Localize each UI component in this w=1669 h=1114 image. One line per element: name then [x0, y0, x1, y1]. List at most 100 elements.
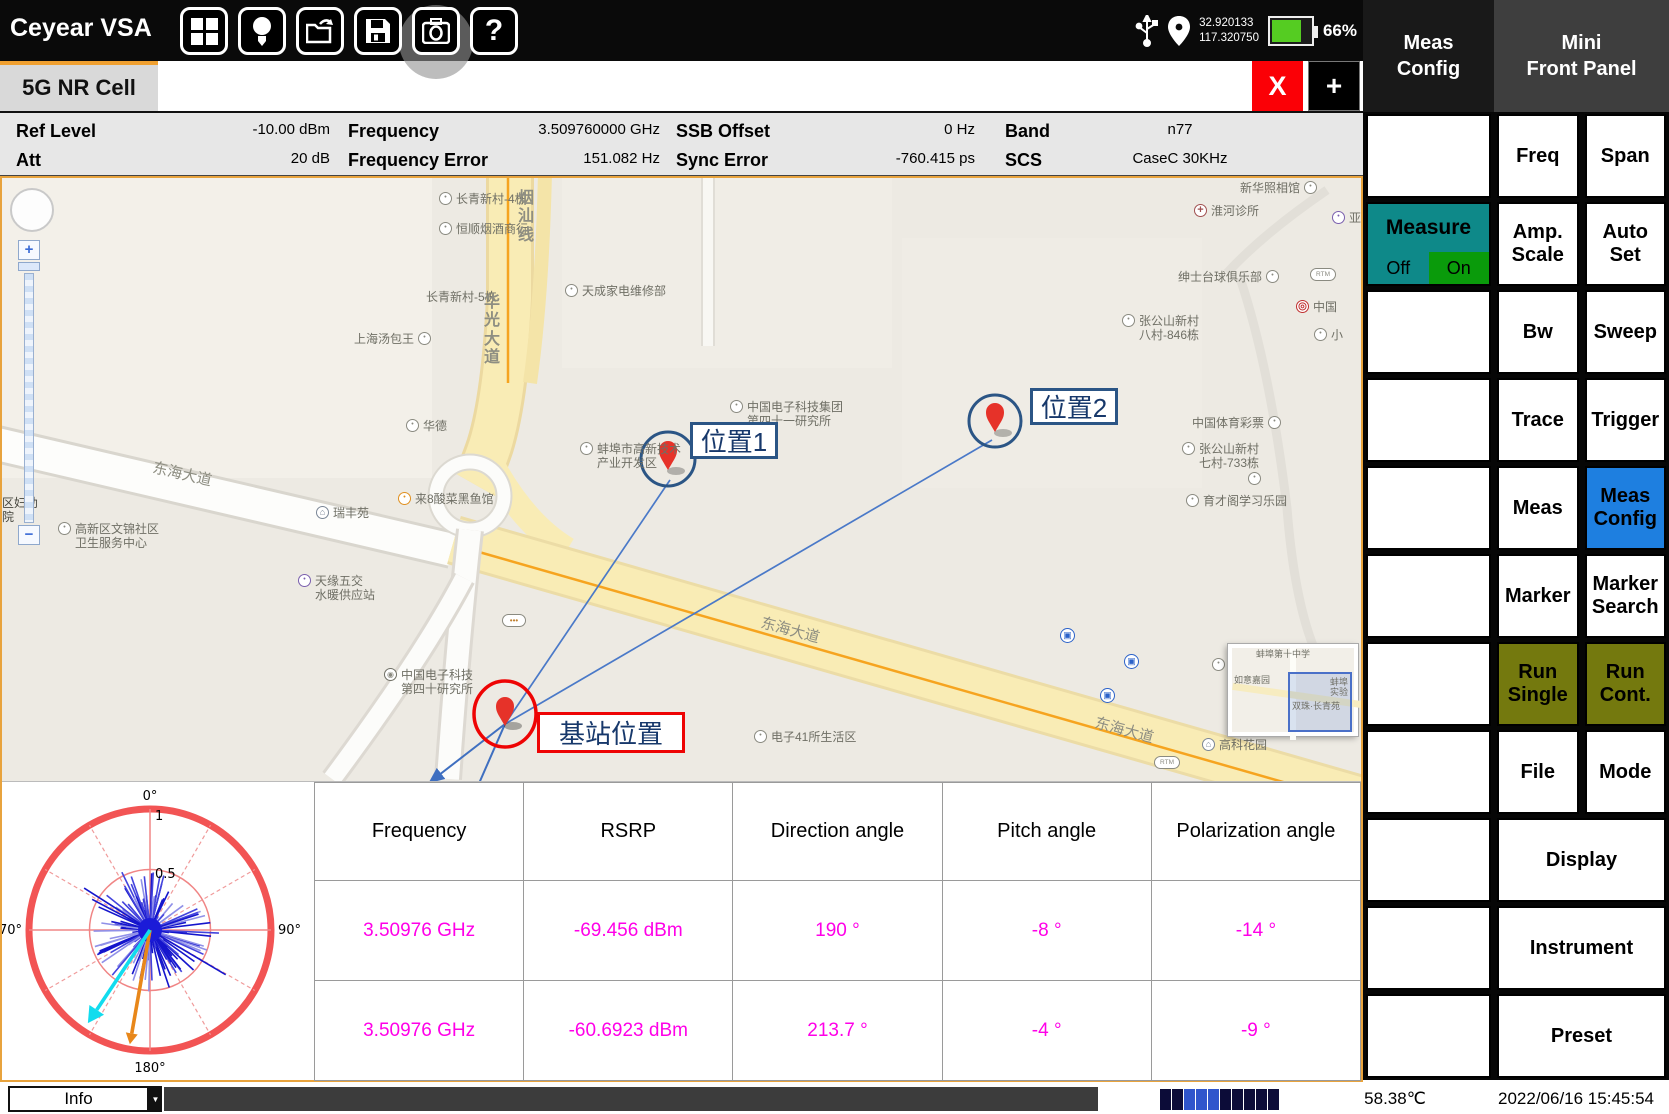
pan-left-icon[interactable] — [16, 206, 26, 216]
sig-icon — [502, 614, 526, 627]
map-poi-label: 天缘五交 水暖供应站 — [315, 574, 375, 603]
windows-glyph — [191, 18, 218, 45]
band-label: Band — [1005, 121, 1050, 142]
map-poi-label: 天成家电维修部 — [582, 284, 666, 298]
display-button[interactable]: Display — [1497, 818, 1666, 902]
frequency-error-value: 151.082 Hz — [470, 150, 660, 167]
pan-right-icon[interactable] — [38, 206, 48, 216]
zoom-out-button[interactable]: − — [18, 525, 40, 545]
bus-icon — [1100, 688, 1115, 703]
table-row: 3.50976 GHz -60.6923 dBm 213.7 ° -4 ° -9… — [315, 981, 1361, 1081]
marker-search-button[interactable]: Marker Search — [1585, 554, 1667, 638]
map-poi: 高新区文锦社区 卫生服务中心 — [58, 522, 159, 551]
ceyear-vsa-screen: Ceyear VSA 32.920133117.320750 66% — [0, 0, 1669, 1114]
bw-button[interactable]: Bw — [1497, 290, 1579, 374]
purple-icon — [298, 574, 311, 587]
progress-segment — [1172, 1089, 1183, 1110]
tab-add-button[interactable]: + — [1308, 61, 1360, 111]
tab-close-button[interactable]: X — [1252, 61, 1303, 111]
save-icon[interactable] — [354, 7, 402, 55]
map-poi: 蚌埠市高新技术 产业开发区 — [580, 442, 681, 471]
table-header-row: Frequency RSRP Direction angle Pitch ang… — [315, 783, 1361, 881]
pan-up-icon[interactable] — [28, 194, 38, 204]
trace-button[interactable]: Trace — [1497, 378, 1579, 462]
zoom-slider-handle[interactable] — [18, 262, 40, 271]
run-cont-button[interactable]: Run Cont. — [1585, 642, 1667, 726]
map-poi-label: 高新区文锦社区 卫生服务中心 — [75, 522, 159, 551]
zoom-in-button[interactable]: + — [18, 240, 40, 260]
map-poi-label: 来8酸菜黑鱼馆 — [415, 492, 494, 506]
map-poi-label: 淮河诊所 — [1211, 204, 1259, 218]
trigger-button[interactable]: Trigger — [1585, 378, 1667, 462]
measurement-info-bar: Ref Level -10.00 dBm Frequency 3.5097600… — [0, 111, 1363, 176]
usb-icon — [1135, 15, 1159, 47]
open-folder-icon[interactable] — [296, 7, 344, 55]
measure-toggle[interactable]: Measure Off On — [1366, 202, 1491, 286]
col-polarization-angle: Polarization angle — [1151, 783, 1360, 881]
mode-button[interactable]: Mode — [1585, 730, 1667, 814]
span-button[interactable]: Span — [1585, 114, 1667, 198]
marker-button[interactable]: Marker — [1497, 554, 1579, 638]
polar-r05-label: 0.5 — [155, 867, 176, 882]
system-tray: 32.920133117.320750 66% — [1135, 0, 1357, 61]
info-dropdown-icon[interactable]: ▼ — [149, 1086, 162, 1112]
map-poi-label: 绅士台球俱乐部 — [1178, 270, 1262, 284]
zoom-slider-track[interactable] — [24, 273, 34, 523]
app-title: Ceyear VSA — [10, 14, 152, 43]
map-poi-label: 电子41所生活区 — [771, 730, 856, 744]
meas-config-slot-4 — [1366, 466, 1491, 550]
dot-icon — [418, 332, 431, 345]
instrument-button[interactable]: Instrument — [1497, 906, 1666, 990]
tab-5g-nr-cell[interactable]: 5G NR Cell — [0, 61, 158, 111]
sweep-button[interactable]: Sweep — [1585, 290, 1667, 374]
progress-segment — [1220, 1089, 1231, 1110]
freq-button[interactable]: Freq — [1497, 114, 1579, 198]
file-button[interactable]: File — [1497, 730, 1579, 814]
minimap-label: 蚌埠 实验 — [1330, 678, 1348, 698]
progress-segment — [1232, 1089, 1243, 1110]
meas-config-slot-1 — [1366, 114, 1491, 198]
info-selector[interactable]: Info — [8, 1086, 149, 1112]
map-poi: 华德 — [406, 419, 447, 433]
map-view[interactable]: 长青新村-4栋恒顺烟酒商行长青新村-5栋天成家电维修部上海汤包王华德瑞丰苑来8酸… — [2, 178, 1361, 781]
camera-icon[interactable] — [412, 7, 460, 55]
preset-button[interactable]: Preset — [1497, 994, 1666, 1078]
run-single-button[interactable]: Run Single — [1497, 642, 1579, 726]
dot-icon — [1122, 314, 1135, 327]
polar-0-label: 0° — [143, 789, 158, 804]
meas-config-button[interactable]: Meas Config — [1585, 466, 1667, 550]
progress-segment — [1268, 1089, 1279, 1110]
map-poi: 中国电子科技 第四十研究所 — [384, 668, 473, 697]
measure-on-option[interactable]: On — [1429, 252, 1490, 284]
auto-set-button[interactable]: Auto Set — [1585, 202, 1667, 286]
frequency-value: 3.509760000 GHz — [470, 121, 660, 138]
frequency-label: Frequency — [348, 121, 439, 142]
map-poi-label: 张公山新村 七村-733栋 — [1199, 442, 1259, 471]
map-poi — [1100, 688, 1119, 703]
bus-icon — [1060, 628, 1075, 643]
att-label: Att — [16, 150, 41, 171]
meas-button[interactable]: Meas — [1497, 466, 1579, 550]
progress-segment — [1244, 1089, 1255, 1110]
att-value: 20 dB — [150, 150, 330, 167]
bus-icon — [1124, 654, 1139, 669]
map-poi — [1154, 756, 1184, 769]
pan-down-icon[interactable] — [28, 216, 38, 226]
map-pan-control[interactable] — [10, 188, 54, 232]
measure-off-option[interactable]: Off — [1368, 252, 1429, 284]
panel-header-meas-config: Meas Config — [1363, 0, 1494, 112]
dot-icon — [1314, 328, 1327, 341]
lightbulb-icon[interactable] — [238, 7, 286, 55]
map-poi: 烟 汕 线 — [518, 190, 534, 245]
dot-icon — [754, 730, 767, 743]
minimap-overview[interactable]: 蚌埠第十中学如意嘉园双珠·长青苑蚌埠 实验 — [1228, 644, 1358, 736]
main-content: 长青新村-4栋恒顺烟酒商行长青新村-5栋天成家电维修部上海汤包王华德瑞丰苑来8酸… — [0, 176, 1363, 1082]
map-poi-label: 上海汤包王 — [354, 332, 414, 346]
help-icon[interactable]: ? — [470, 7, 518, 55]
polar-r1-label: 1 — [155, 809, 163, 824]
map-poi: 华 光 大 道 — [484, 294, 500, 368]
windows-icon[interactable] — [180, 7, 228, 55]
ref-level-value: -10.00 dBm — [150, 121, 330, 138]
amp-scale-button[interactable]: Amp. Scale — [1497, 202, 1579, 286]
meas-config-slot-3 — [1366, 378, 1491, 462]
